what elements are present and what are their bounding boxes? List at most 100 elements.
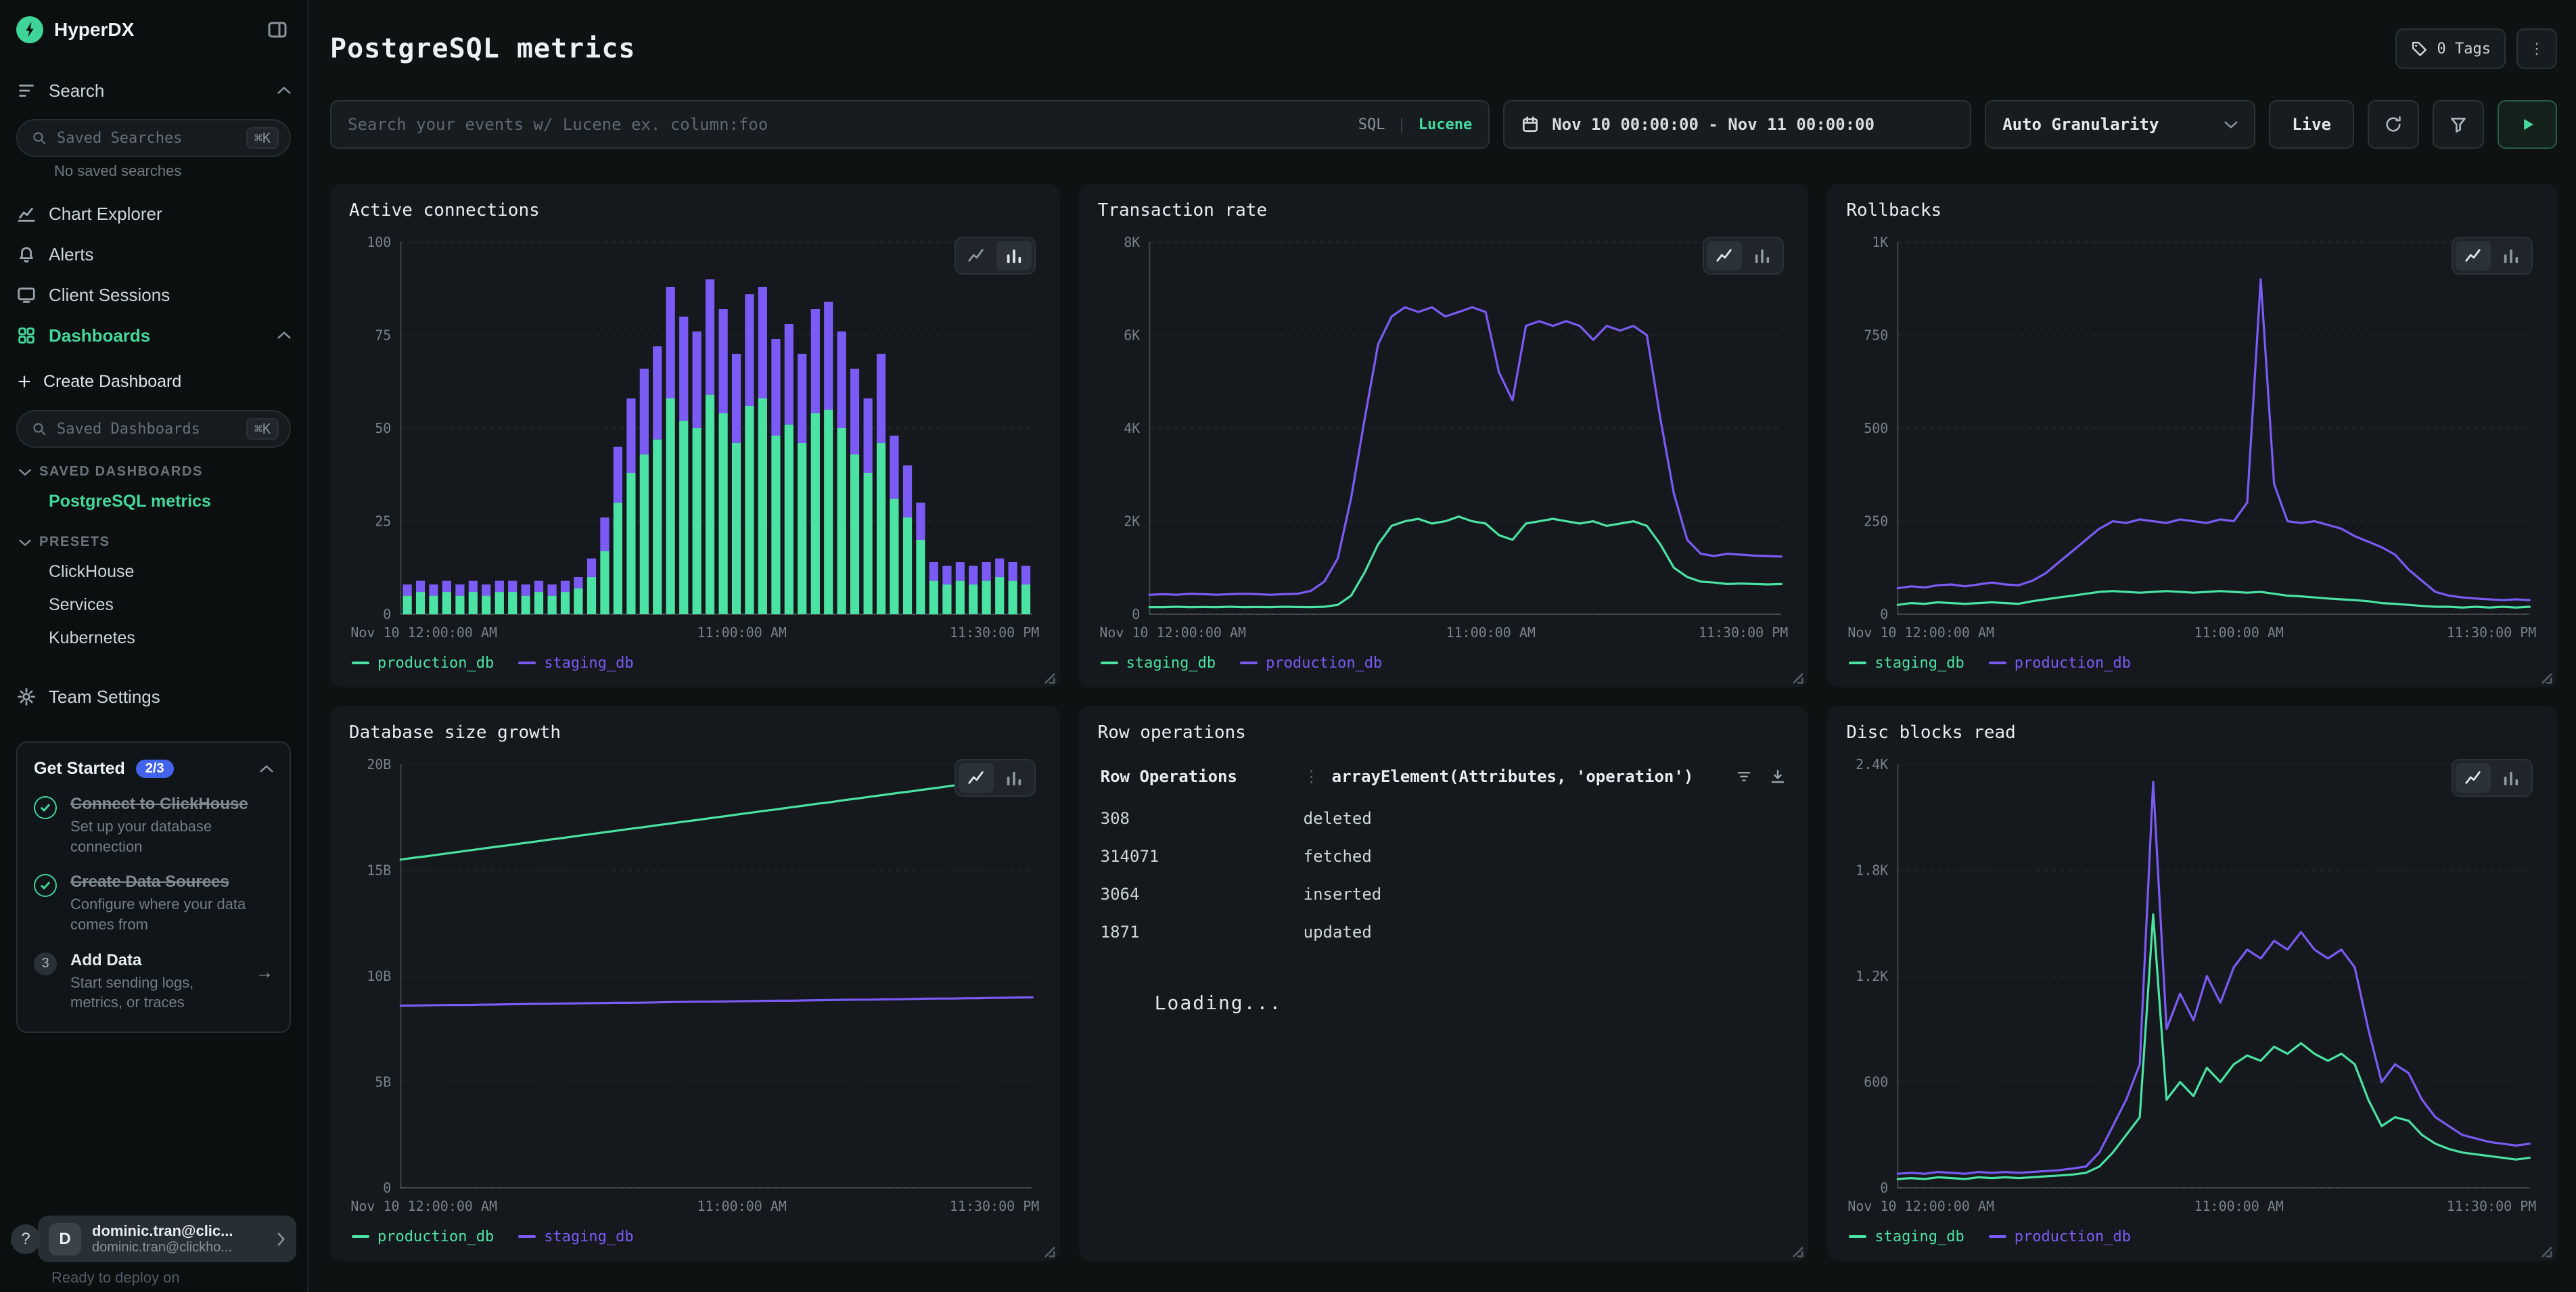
svg-text:11:00:00 AM: 11:00:00 AM	[1446, 624, 1535, 641]
get-started-step-2[interactable]: Create Data Sources Configure where your…	[34, 873, 273, 934]
svg-text:11:30:00 PM: 11:30:00 PM	[950, 1198, 1039, 1214]
bar-chart-icon[interactable]	[2493, 763, 2529, 793]
sidebar-item-label: Alerts	[49, 244, 291, 265]
saved-searches-placeholder: Saved Searches	[57, 130, 237, 147]
section-presets[interactable]: PRESETS	[19, 534, 291, 550]
dashboard-link-postgresql-metrics[interactable]: PostgreSQL metrics	[16, 485, 291, 518]
column-header[interactable]: arrayElement(Attributes, 'operation')	[1332, 767, 1694, 786]
legend-swatch	[518, 662, 536, 664]
legend-swatch	[1849, 1235, 1866, 1238]
get-started-step-3[interactable]: 3 Add Data Start sending logs, metrics, …	[34, 951, 273, 1013]
section-saved-dashboards[interactable]: SAVED DASHBOARDS	[19, 464, 291, 480]
sidebar-item-chart-explorer[interactable]: Chart Explorer	[16, 193, 291, 234]
resize-handle-icon[interactable]	[2541, 1246, 2553, 1258]
line-chart-icon[interactable]	[959, 763, 994, 793]
search-input[interactable]	[348, 115, 1345, 134]
legend-label: staging_db	[1874, 655, 1964, 672]
chart-canvas[interactable]: 02505007501KNov 10 12:00:00 AM11:00:00 A…	[1846, 226, 2538, 647]
filter-rows-icon[interactable]	[1735, 768, 1753, 785]
sidebar-item-client-sessions[interactable]: Client Sessions	[16, 275, 291, 315]
table-row[interactable]: 1871 updated	[1098, 913, 1790, 951]
help-button[interactable]: ?	[11, 1224, 41, 1254]
filter-button[interactable]	[2433, 100, 2484, 149]
svg-text:0: 0	[1881, 1180, 1889, 1196]
user-menu[interactable]: D dominic.tran@clic... dominic.tran@clic…	[38, 1216, 296, 1262]
collapse-sidebar-icon[interactable]	[264, 16, 291, 43]
bar-chart-icon[interactable]	[1745, 241, 1780, 271]
event-search-box: SQL | Lucene	[330, 100, 1490, 149]
sidebar-item-label: Dashboards	[49, 325, 265, 346]
svg-text:2.4K: 2.4K	[1856, 756, 1888, 772]
svg-text:11:30:00 PM: 11:30:00 PM	[1699, 624, 1788, 641]
svg-text:Nov 10 12:00:00 AM: Nov 10 12:00:00 AM	[350, 624, 497, 641]
saved-dashboards-input[interactable]: Saved Dashboards ⌘K	[16, 410, 291, 448]
chart-canvas[interactable]: 02K4K6K8KNov 10 12:00:00 AM11:00:00 AM11…	[1098, 226, 1790, 647]
deploy-hint-text: Ready to deploy on	[51, 1269, 296, 1287]
svg-text:75: 75	[375, 327, 391, 344]
preset-link-kubernetes[interactable]: Kubernetes	[16, 622, 291, 655]
svg-text:8K: 8K	[1124, 234, 1140, 250]
sidebar-item-alerts[interactable]: Alerts	[16, 234, 291, 275]
svg-text:Nov 10 12:00:00 AM: Nov 10 12:00:00 AM	[350, 1198, 497, 1214]
legend-swatch	[1240, 662, 1258, 664]
chart-canvas[interactable]: 06001.2K1.8K2.4KNov 10 12:00:00 AM11:00:…	[1846, 748, 2538, 1220]
sidebar-item-label: Chart Explorer	[49, 204, 291, 225]
download-icon[interactable]	[1769, 768, 1787, 785]
legend-swatch	[1989, 1235, 2006, 1238]
line-chart-icon[interactable]	[2456, 241, 2491, 271]
search-icon	[31, 421, 47, 437]
time-range-picker[interactable]: Nov 10 00:00:00 - Nov 11 00:00:00	[1503, 100, 1971, 149]
sidebar-item-search[interactable]: Search	[16, 70, 291, 111]
chart-canvas[interactable]: 05B10B15B20BNov 10 12:00:00 AM11:00:00 A…	[349, 748, 1041, 1220]
svg-text:50: 50	[375, 420, 391, 436]
svg-text:11:30:00 PM: 11:30:00 PM	[950, 624, 1039, 641]
preset-link-clickhouse[interactable]: ClickHouse	[16, 555, 291, 589]
chart-card-active-connections: Active connections 0255075100Nov 10 12:0…	[330, 184, 1060, 687]
line-chart-icon[interactable]	[2456, 763, 2491, 793]
svg-text:100: 100	[367, 234, 391, 250]
sql-toggle[interactable]: SQL	[1358, 116, 1385, 133]
preset-link-services[interactable]: Services	[16, 589, 291, 622]
svg-text:15B: 15B	[367, 862, 391, 879]
resize-handle-icon[interactable]	[1044, 672, 1056, 685]
resize-handle-icon[interactable]	[1792, 672, 1804, 685]
line-chart-icon[interactable]	[959, 241, 994, 271]
live-button[interactable]: Live	[2269, 100, 2354, 149]
create-dashboard-button[interactable]: Create Dashboard	[16, 361, 291, 402]
resize-handle-icon[interactable]	[2541, 672, 2553, 685]
bar-chart-icon[interactable]	[996, 241, 1032, 271]
step-title: Create Data Sources	[70, 873, 273, 892]
check-circle-icon	[34, 796, 57, 819]
sidebar-item-team-settings[interactable]: Team Settings	[16, 676, 291, 717]
lucene-toggle[interactable]: Lucene	[1419, 116, 1472, 133]
sidebar-item-dashboards[interactable]: Dashboards	[16, 315, 291, 356]
granularity-select[interactable]: Auto Granularity	[1985, 100, 2255, 149]
get-started-step-1[interactable]: Connect to ClickHouse Set up your databa…	[34, 795, 273, 856]
chart-card-database-size-growth: Database size growth 05B10B15B20BNov 10 …	[330, 706, 1060, 1261]
svg-text:11:00:00 AM: 11:00:00 AM	[697, 624, 786, 641]
table-row[interactable]: 308 deleted	[1098, 800, 1790, 837]
dashboard-grid: Active connections 0255075100Nov 10 12:0…	[330, 184, 2557, 1261]
bar-chart-icon[interactable]	[996, 763, 1032, 793]
chevron-right-icon	[277, 1232, 285, 1246]
resize-handle-icon[interactable]	[1792, 1246, 1804, 1258]
bar-chart-icon[interactable]	[2493, 241, 2529, 271]
chart-canvas[interactable]: 0255075100Nov 10 12:00:00 AM11:00:00 AM1…	[349, 226, 1041, 647]
table-row[interactable]: 314071 fetched	[1098, 837, 1790, 875]
table-row[interactable]: 3064 inserted	[1098, 875, 1790, 913]
chevron-down-icon	[19, 538, 31, 547]
chevron-up-icon[interactable]	[260, 765, 273, 773]
chart-type-toggle	[2452, 237, 2533, 275]
run-query-button[interactable]	[2498, 100, 2557, 149]
resize-handle-icon[interactable]	[1044, 1246, 1056, 1258]
kebab-menu-icon[interactable]: ⋮	[2516, 28, 2557, 69]
tags-button[interactable]: 0 Tags	[2395, 28, 2506, 69]
column-header[interactable]: Row Operations	[1101, 767, 1304, 786]
saved-searches-input[interactable]: Saved Searches ⌘K	[16, 119, 291, 157]
refresh-button[interactable]	[2368, 100, 2419, 149]
chart-type-toggle	[2452, 759, 2533, 797]
line-chart-icon[interactable]	[1707, 241, 1742, 271]
svg-text:4K: 4K	[1124, 420, 1140, 436]
svg-text:1K: 1K	[1872, 234, 1889, 250]
time-range-value: Nov 10 00:00:00 - Nov 11 00:00:00	[1552, 115, 1874, 134]
